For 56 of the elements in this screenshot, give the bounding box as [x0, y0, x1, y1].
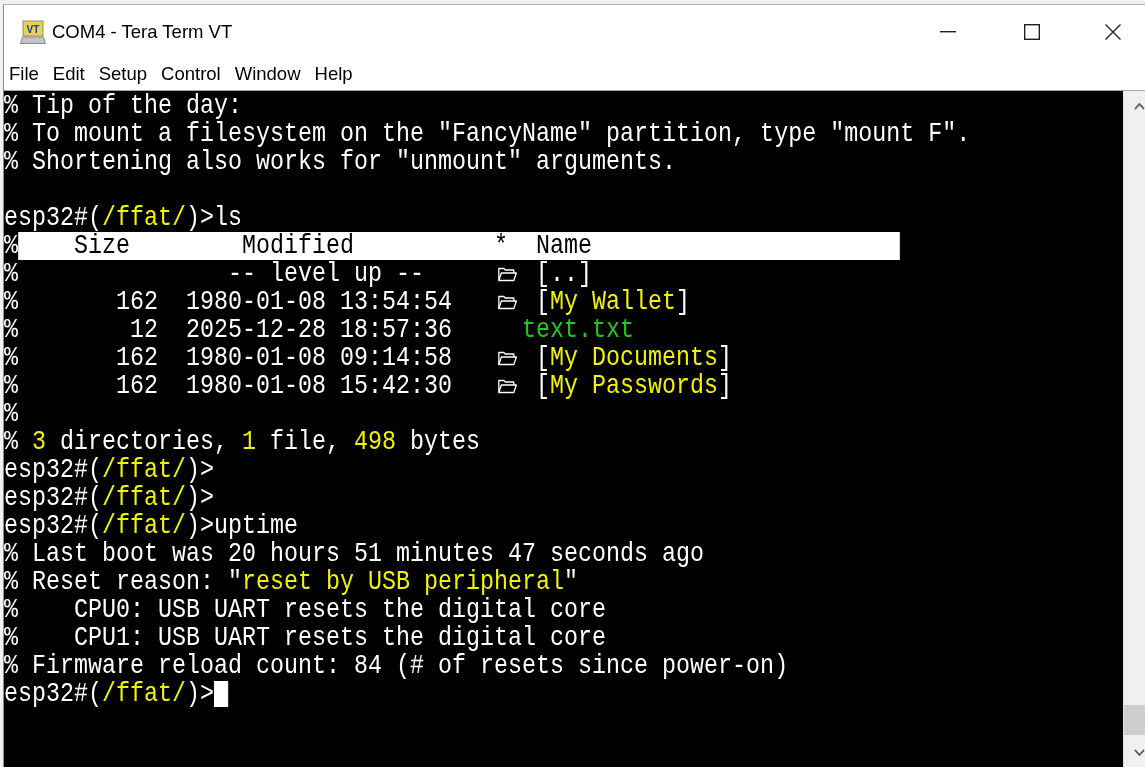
size-cell: 12 — [130, 316, 158, 344]
size-cell: 162 — [116, 344, 158, 372]
output-line: % CPU1: USB UART resets the digital core — [4, 624, 607, 652]
entry-name: [My Passwords] — [536, 372, 733, 400]
line-prefix: % — [4, 316, 18, 344]
maximize-icon — [1024, 23, 1040, 40]
menu-item[interactable]: Help — [307, 61, 360, 87]
level-up-label: -- level up -- — [228, 260, 425, 288]
output-line: % Last boot was 20 hours 51 minutes 47 seconds ago — [4, 540, 705, 568]
modified-cell: 1980-01-08 15:42:30 — [186, 372, 453, 400]
size-cell: 162 — [116, 372, 158, 400]
folder-icon — [497, 350, 518, 366]
chevron-down-icon — [1134, 748, 1145, 756]
chevron-up-icon — [1134, 102, 1145, 110]
output-line: % Firmware reload count: 84 (# of resets since power-on) — [4, 652, 789, 680]
line-prefix: % — [4, 372, 18, 400]
close-icon — [1105, 23, 1121, 40]
prompt-line: esp32#(/ffat/)>ls — [4, 204, 243, 232]
entry-name: [My Wallet] — [536, 288, 691, 316]
menu-item[interactable]: Setup — [91, 61, 155, 87]
output-line: % Tip of the day: — [4, 92, 243, 120]
output-line: % CPU0: USB UART resets the digital core — [4, 596, 607, 624]
minimize-icon — [940, 30, 956, 33]
folder-icon — [497, 266, 518, 282]
window-title: COM4 - Tera Term VT — [52, 20, 233, 43]
entry-name: [..] — [536, 260, 593, 288]
column-header: * — [494, 232, 509, 260]
folder-icon — [497, 378, 518, 394]
folder-icon — [497, 294, 518, 310]
output-line: % 3 directories, 1 file, 498 bytes — [4, 428, 481, 456]
output-line: % To mount a filesystem on the "FancyName" partition, type "mount F". — [4, 120, 971, 148]
modified-cell: 1980-01-08 13:54:54 — [186, 288, 453, 316]
entry-name: text.txt — [522, 316, 635, 344]
modified-cell: 2025-12-28 18:57:36 — [186, 316, 453, 344]
column-header: Modified — [242, 232, 355, 260]
output-line: % Reset reason: "reset by USB peripheral" — [4, 568, 579, 596]
prompt-line: esp32#(/ffat/)> — [4, 456, 215, 484]
size-cell: 162 — [116, 288, 158, 316]
output-line: % — [4, 400, 18, 428]
line-prefix: % — [4, 232, 18, 260]
menu-item[interactable]: Window — [227, 61, 308, 87]
output-line: % Shortening also works for "unmount" arguments. — [4, 148, 677, 176]
column-header: Name — [536, 232, 593, 260]
prompt-line: esp32#(/ffat/)> — [4, 680, 215, 708]
column-header: Size — [74, 232, 130, 260]
line-prefix: % — [4, 260, 18, 288]
menu-item[interactable]: Control — [154, 61, 228, 87]
menu-item[interactable]: File — [4, 61, 46, 87]
entry-name: [My Documents] — [536, 344, 733, 372]
line-prefix: % — [4, 288, 18, 316]
line-prefix: % — [4, 344, 18, 372]
prompt-line: esp32#(/ffat/)> — [4, 484, 215, 512]
menu-item[interactable]: Edit — [45, 61, 92, 87]
scrollbar-thumb[interactable] — [1124, 705, 1145, 735]
modified-cell: 1980-01-08 09:14:58 — [186, 344, 453, 372]
prompt-line: esp32#(/ffat/)>uptime — [4, 512, 299, 540]
